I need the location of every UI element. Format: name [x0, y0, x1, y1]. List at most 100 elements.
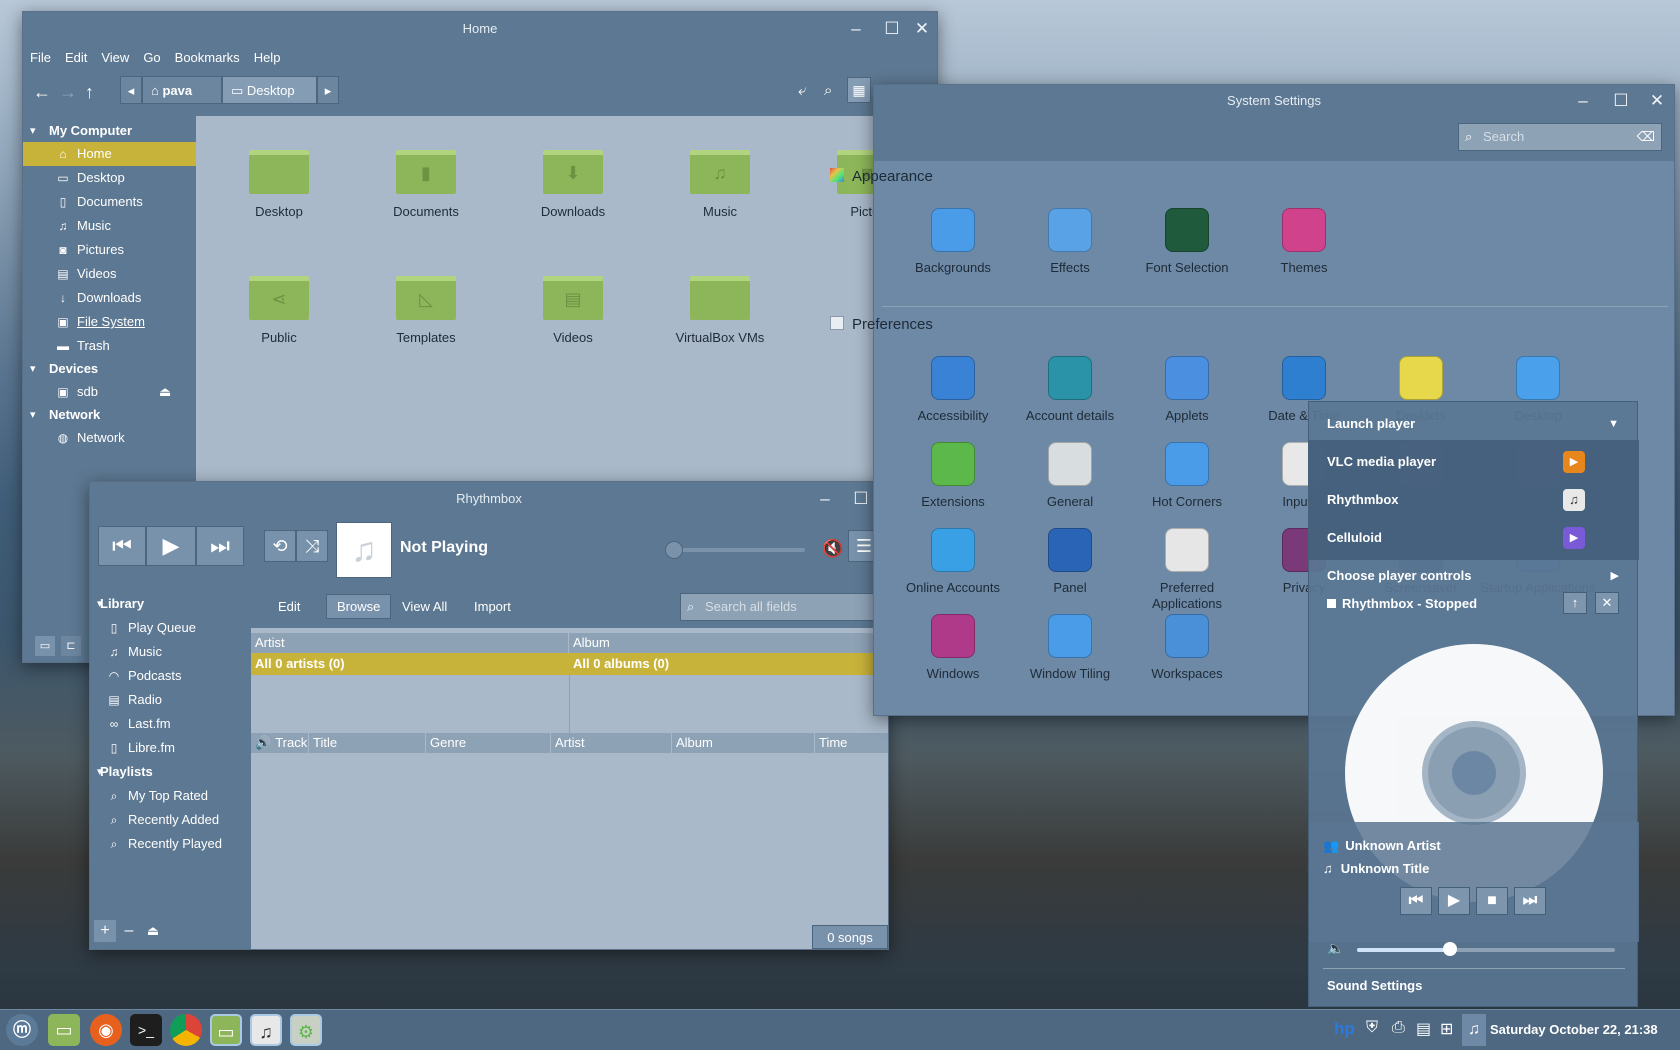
- printer-icon[interactable]: ⎙: [1392, 1019, 1405, 1037]
- maximize-button[interactable]: ☐: [846, 482, 876, 516]
- settings-item-windows[interactable]: Windows: [893, 614, 1013, 682]
- volume-slider-handle[interactable]: [1442, 942, 1457, 956]
- choose-player-controls-row[interactable]: Choose player controls ▶: [1309, 558, 1637, 594]
- tab-import[interactable]: Import: [474, 599, 511, 614]
- settings-item-preferred-applications[interactable]: Preferred Applications: [1127, 528, 1247, 612]
- album-column-header[interactable]: Album: [569, 633, 888, 653]
- settings-item-account-details[interactable]: Account details: [1010, 356, 1130, 424]
- source-radio[interactable]: ▤ Radio: [90, 688, 251, 712]
- source-play-queue[interactable]: ▯ Play Queue: [90, 616, 251, 640]
- settings-item-effects[interactable]: Effects: [1010, 208, 1130, 276]
- settings-item-applets[interactable]: Applets: [1127, 356, 1247, 424]
- sidebar-item-trash[interactable]: ▬ Trash: [23, 334, 196, 358]
- seek-slider-handle[interactable]: [665, 541, 683, 559]
- seek-slider[interactable]: [665, 548, 805, 552]
- file-manager-titlebar[interactable]: Home – ☐ ✕: [23, 12, 937, 46]
- menu-edit[interactable]: Edit: [58, 46, 94, 69]
- sidebar-item-videos[interactable]: ▤ Videos: [23, 262, 196, 286]
- maximize-button[interactable]: ☐: [877, 12, 907, 46]
- settings-item-panel[interactable]: Panel: [1010, 528, 1130, 596]
- sidebar-item-downloads[interactable]: ↓ Downloads: [23, 286, 196, 310]
- menu-file[interactable]: File: [23, 46, 58, 69]
- settings-item-hot-corners[interactable]: Hot Corners: [1127, 442, 1247, 510]
- eject-icon[interactable]: ⏏: [159, 380, 171, 404]
- firefox-icon[interactable]: ◉: [90, 1014, 122, 1046]
- search-all-fields-input[interactable]: ⌕ Search all fields: [680, 593, 885, 621]
- sound-icon[interactable]: ♫: [1462, 1014, 1486, 1046]
- up-arrow-icon[interactable]: ↑: [85, 82, 94, 103]
- my-computer-header[interactable]: My Computer: [23, 120, 196, 142]
- shuffle-button[interactable]: ⤨: [296, 530, 328, 562]
- minimize-button[interactable]: –: [841, 12, 871, 46]
- sidebar-tree-toggle-icon[interactable]: ⊏: [61, 636, 81, 656]
- menu-go[interactable]: Go: [136, 46, 167, 69]
- settings-search-input[interactable]: ⌕ Search ⌫: [1458, 123, 1662, 151]
- player-celluloid[interactable]: Celluloid ▶: [1309, 520, 1637, 556]
- tab-browse[interactable]: Browse: [326, 594, 392, 619]
- settings-item-workspaces[interactable]: Workspaces: [1127, 614, 1247, 682]
- source-librefm[interactable]: ▯ Libre.fm: [90, 736, 251, 760]
- quit-player-button[interactable]: ✕: [1595, 592, 1619, 614]
- folder-music[interactable]: ♫ Music: [655, 150, 785, 219]
- close-button[interactable]: ✕: [907, 12, 937, 46]
- clock[interactable]: Saturday October 22, 21:38: [1490, 1022, 1658, 1037]
- folder-videos[interactable]: ▤ Videos: [508, 276, 638, 345]
- sidebar-item-documents[interactable]: ▯ Documents: [23, 190, 196, 214]
- forward-arrow-icon[interactable]: →: [59, 82, 77, 103]
- maximize-button[interactable]: ☐: [1606, 85, 1636, 117]
- clipboard-icon[interactable]: ▤: [1416, 1019, 1431, 1039]
- remove-playlist-icon[interactable]: –: [118, 920, 140, 942]
- folder-documents[interactable]: ▮ Documents: [361, 150, 491, 219]
- sidebar-places-toggle-icon[interactable]: ▭: [35, 636, 55, 656]
- network-header[interactable]: Network: [23, 404, 196, 426]
- shield-icon[interactable]: ⛨: [1366, 1019, 1378, 1037]
- previous-track-button[interactable]: ⏮: [98, 526, 146, 566]
- crumb-desktop[interactable]: ▭ Desktop: [222, 76, 317, 104]
- launch-player-row[interactable]: Launch player ▼: [1309, 406, 1637, 442]
- sound-settings-row[interactable]: Sound Settings: [1309, 968, 1637, 1004]
- playing-column-header[interactable]: 🔊 Track: [251, 733, 309, 753]
- close-button[interactable]: ✕: [1642, 85, 1672, 117]
- back-arrow-icon[interactable]: ←: [33, 82, 51, 103]
- settings-taskbar-icon[interactable]: ⚙: [290, 1014, 322, 1046]
- settings-item-font-selection[interactable]: Font Selection: [1127, 208, 1247, 276]
- all-artists-row[interactable]: All 0 artists (0): [251, 653, 569, 675]
- clear-search-icon[interactable]: ⌫: [1637, 124, 1655, 150]
- artist-track-column-header[interactable]: Artist: [551, 733, 672, 753]
- menu-bookmarks[interactable]: Bookmarks: [168, 46, 247, 69]
- show-desktop-icon[interactable]: ▭: [48, 1014, 80, 1046]
- play-button[interactable]: ▶: [146, 526, 196, 566]
- settings-item-extensions[interactable]: Extensions: [893, 442, 1013, 510]
- applet-previous-button[interactable]: ⏮: [1400, 887, 1432, 915]
- sidebar-item-pictures[interactable]: ◙ Pictures: [23, 238, 196, 262]
- repeat-button[interactable]: ⟲: [264, 530, 296, 562]
- sidebar-item-desktop[interactable]: ▭ Desktop: [23, 166, 196, 190]
- crumb-right-button[interactable]: ▸: [317, 76, 339, 104]
- player-rhythmbox[interactable]: Rhythmbox ♫: [1309, 482, 1637, 518]
- add-playlist-icon[interactable]: +: [94, 920, 116, 942]
- minimize-button[interactable]: –: [1568, 85, 1598, 117]
- source-podcasts[interactable]: ◠ Podcasts: [90, 664, 251, 688]
- album-track-column-header[interactable]: Album: [672, 733, 815, 753]
- settings-item-online-accounts[interactable]: Online Accounts: [893, 528, 1013, 596]
- hp-icon[interactable]: hp: [1334, 1019, 1355, 1039]
- menu-icon[interactable]: ⓜ: [6, 1014, 38, 1046]
- source-lastfm[interactable]: ∞ Last.fm: [90, 712, 251, 736]
- applet-next-button[interactable]: ⏭: [1514, 887, 1546, 915]
- genre-column-header[interactable]: Genre: [426, 733, 551, 753]
- tab-view-all[interactable]: View All: [402, 599, 447, 614]
- settings-item-themes[interactable]: Themes: [1244, 208, 1364, 276]
- source-music[interactable]: ♫ Music: [90, 640, 251, 664]
- network-icon[interactable]: ⊞: [1440, 1019, 1453, 1039]
- artist-column-header[interactable]: Artist: [251, 633, 569, 653]
- sidebar-item-file-system[interactable]: ▣ File System: [23, 310, 196, 334]
- terminal-icon[interactable]: >_: [130, 1014, 162, 1046]
- folder-desktop[interactable]: Desktop: [214, 150, 344, 219]
- sidebar-item-network[interactable]: ◍ Network: [23, 426, 196, 450]
- pane-divider[interactable]: [569, 675, 570, 733]
- settings-item-general[interactable]: General: [1010, 442, 1130, 510]
- player-vlc[interactable]: VLC media player ▶: [1309, 444, 1637, 480]
- tab-edit[interactable]: Edit: [278, 599, 300, 614]
- applet-stop-button[interactable]: ■: [1476, 887, 1508, 915]
- rhythmbox-titlebar[interactable]: Rhythmbox – ☐: [90, 482, 888, 516]
